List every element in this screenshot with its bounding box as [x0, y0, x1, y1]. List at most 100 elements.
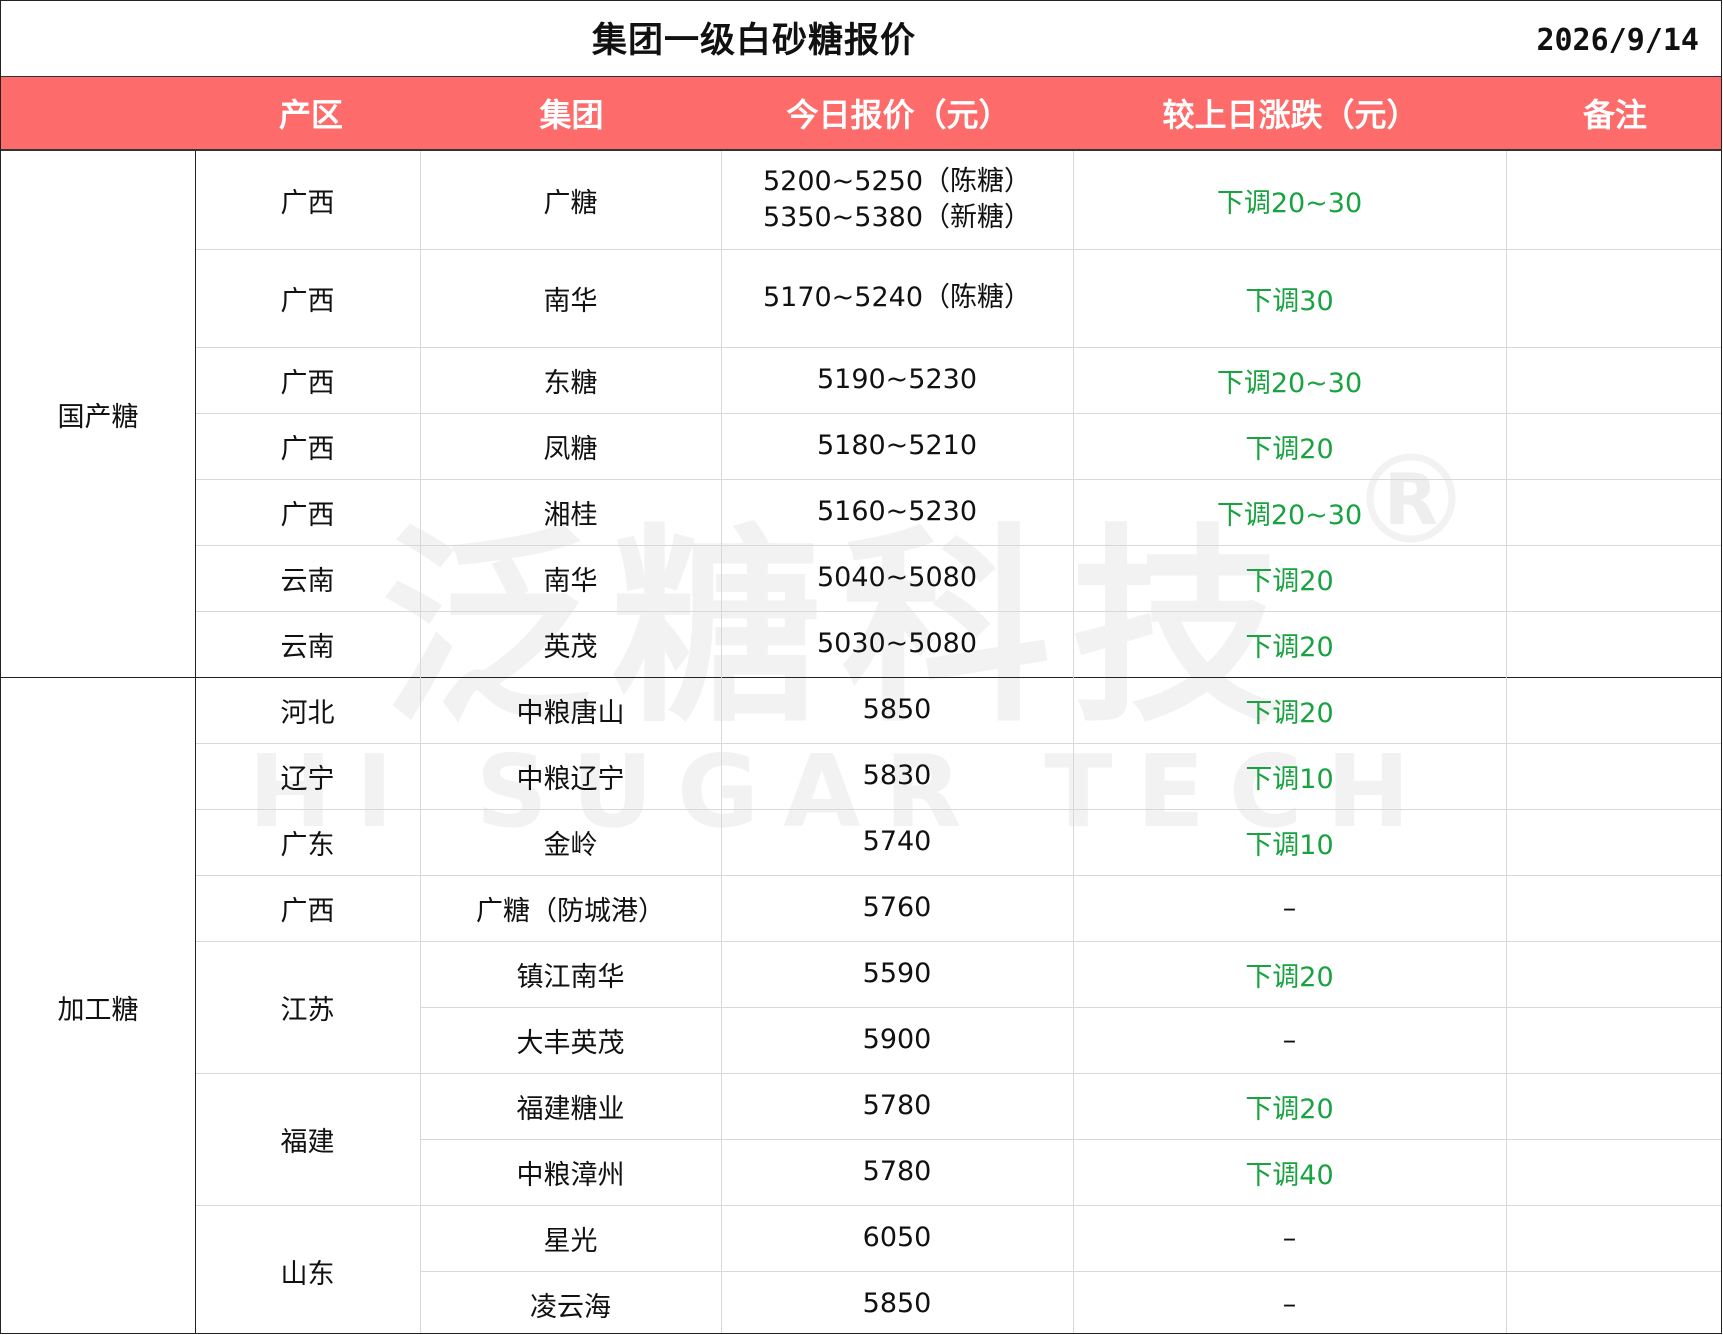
price-cell: 5780 — [721, 1073, 1073, 1139]
note-cell — [1506, 1139, 1721, 1205]
price-line: 5030~5080 — [816, 628, 978, 659]
region-cell: 山东 — [280, 1258, 335, 1290]
price-line: 5780 — [862, 1090, 932, 1121]
note-cell — [1506, 875, 1721, 941]
group-cell: 金岭 — [543, 829, 598, 861]
region-cell: 河北 — [280, 697, 335, 729]
note-cell — [1506, 677, 1721, 743]
note-cell — [1506, 611, 1721, 677]
row-divider — [195, 611, 1721, 612]
price-line: 6050 — [862, 1222, 932, 1253]
price-line: 5850 — [862, 1288, 932, 1319]
group-cell: 南华 — [543, 285, 598, 317]
change-cell: 下调20 — [1245, 961, 1334, 993]
col-divider-category — [195, 151, 196, 1333]
price-cell: 5830 — [721, 743, 1073, 809]
price-cell: 5740 — [721, 809, 1073, 875]
region-cell: 江苏 — [280, 994, 335, 1026]
region-cell: 云南 — [280, 565, 335, 597]
group-cell: 大丰英茂 — [516, 1027, 625, 1059]
change-cell: 下调20 — [1245, 697, 1334, 729]
region-cell: 广西 — [280, 499, 335, 531]
group-cell: 英茂 — [543, 631, 598, 663]
price-cell: 5760 — [721, 875, 1073, 941]
change-cell: 下调20~30 — [1216, 187, 1363, 219]
row-divider — [195, 809, 1721, 810]
note-cell — [1506, 479, 1721, 545]
region-cell: 广西 — [280, 187, 335, 219]
price-line: 5900 — [862, 1024, 932, 1055]
change-cell: 下调20 — [1245, 1093, 1334, 1125]
change-cell: – — [1282, 1288, 1297, 1320]
price-line: 5830 — [862, 760, 932, 791]
change-cell: 下调20 — [1245, 433, 1334, 465]
category-cell: 加工糖 — [57, 994, 139, 1026]
change-cell: 下调10 — [1245, 829, 1334, 861]
row-divider — [195, 413, 1721, 414]
col-divider — [1073, 151, 1074, 1333]
price-line: 5740 — [862, 826, 932, 857]
header-region: 产区 — [278, 96, 343, 134]
group-cell: 中粮唐山 — [516, 697, 625, 729]
row-divider — [195, 743, 1721, 744]
price-sheet: 泛糖科技 HI SUGAR TECH R 集团一级白砂糖报价 2026/9/14… — [0, 0, 1722, 1334]
row-divider — [195, 875, 1721, 876]
price-line: 5180~5210 — [816, 430, 978, 461]
change-cell: – — [1282, 892, 1297, 924]
price-cell: 5200~5250（陈糖） 5350~5380（新糖） — [721, 151, 1073, 249]
price-line: 5350~5380（新糖） — [762, 202, 1032, 233]
price-line: 5170~5240（陈糖） — [762, 282, 1032, 313]
group-cell: 广糖（防城港） — [476, 895, 665, 927]
group-cell: 星光 — [543, 1225, 598, 1257]
region-cell: 云南 — [280, 631, 335, 663]
group-cell: 中粮漳州 — [516, 1159, 625, 1191]
region-cell: 广西 — [280, 367, 335, 399]
row-divider — [420, 1271, 1721, 1272]
change-cell: 下调20~30 — [1216, 367, 1363, 399]
header-price: 今日报价（元） — [786, 96, 1011, 134]
price-cell: 6050 — [721, 1205, 1073, 1271]
price-cell: 5030~5080 — [721, 611, 1073, 677]
sheet-date: 2026/9/14 — [1536, 23, 1699, 58]
col-divider — [1506, 151, 1507, 1333]
price-cell: 5040~5080 — [721, 545, 1073, 611]
region-cell: 广西 — [280, 895, 335, 927]
price-cell: 5190~5230 — [721, 347, 1073, 413]
price-line: 5190~5230 — [816, 364, 978, 395]
price-line: 5590 — [862, 958, 932, 989]
table-header: 产区 集团 今日报价（元） 较上日涨跌（元） 备注 — [1, 76, 1721, 151]
price-line: 5850 — [862, 694, 932, 725]
row-divider — [195, 347, 1721, 348]
row-divider — [195, 249, 1721, 250]
note-cell — [1506, 545, 1721, 611]
note-cell — [1506, 1073, 1721, 1139]
note-cell — [1506, 1271, 1721, 1333]
row-divider — [420, 1007, 1721, 1008]
price-cell: 5900 — [721, 1007, 1073, 1073]
change-cell: 下调20~30 — [1216, 499, 1363, 531]
change-cell: 下调30 — [1245, 285, 1334, 317]
note-cell — [1506, 151, 1721, 249]
price-line: 5200~5250（陈糖） — [762, 166, 1032, 197]
change-cell: 下调20 — [1245, 631, 1334, 663]
row-divider — [195, 545, 1721, 546]
region-cell: 广西 — [280, 433, 335, 465]
row-divider — [195, 941, 1721, 942]
price-cell: 5780 — [721, 1139, 1073, 1205]
change-cell: 下调40 — [1245, 1159, 1334, 1191]
change-cell: 下调20 — [1245, 565, 1334, 597]
price-cell: 5180~5210 — [721, 413, 1073, 479]
group-cell: 凤糖 — [543, 433, 598, 465]
price-cell: 5170~5240（陈糖） — [721, 249, 1073, 347]
region-cell: 广西 — [280, 285, 335, 317]
note-cell — [1506, 347, 1721, 413]
note-cell — [1506, 1007, 1721, 1073]
region-cell: 辽宁 — [280, 763, 335, 795]
group-cell: 镇江南华 — [516, 961, 625, 993]
row-divider — [420, 1139, 1721, 1140]
group-cell: 东糖 — [543, 367, 598, 399]
group-cell: 南华 — [543, 565, 598, 597]
region-cell: 福建 — [280, 1126, 335, 1158]
row-divider — [195, 479, 1721, 480]
price-cell: 5850 — [721, 677, 1073, 743]
